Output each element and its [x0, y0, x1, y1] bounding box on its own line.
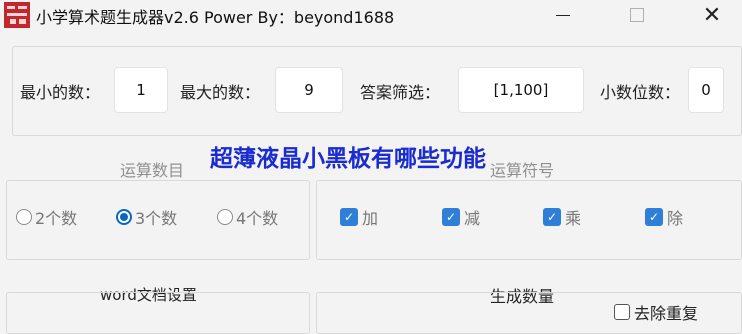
checkbox-label: 乘 [565, 209, 582, 228]
maximize-icon [630, 8, 644, 22]
min-number-label: 最小的数： [20, 83, 101, 102]
close-icon: ✕ [702, 2, 722, 28]
checkbox-multiply[interactable]: ✓ 乘 [543, 205, 581, 229]
radio-circle [16, 209, 32, 225]
radio-circle [217, 209, 233, 225]
window-title: 小学算术题生成器v2.6 Power By：beyond1688 [36, 8, 395, 27]
minimize-button[interactable] [540, 0, 586, 30]
radio-label: 3个数 [135, 209, 178, 228]
max-number-label: 最大的数： [180, 83, 261, 102]
check-icon: ✓ [442, 208, 460, 226]
radio-label: 4个数 [236, 209, 279, 228]
radio-label: 2个数 [35, 209, 78, 228]
check-icon: ✓ [543, 208, 561, 226]
checkbox-empty-icon [614, 304, 630, 320]
decimal-places-label: 小数位数： [600, 83, 681, 102]
checkbox-label: 加 [362, 209, 379, 228]
maximize-button[interactable] [614, 0, 660, 30]
operand-count-title: 运算数目 [120, 161, 185, 180]
operators-title: 运算符号 [490, 161, 555, 180]
close-button[interactable]: ✕ [689, 0, 735, 30]
decimal-places-input[interactable]: 0 [688, 67, 724, 113]
check-icon: ✓ [340, 208, 358, 226]
minimize-icon [556, 14, 570, 16]
dedupe-checkbox[interactable]: 去除重复 [614, 300, 698, 324]
max-number-input[interactable]: 9 [275, 67, 343, 113]
app-icon [4, 2, 30, 28]
checkbox-subtract[interactable]: ✓ 减 [442, 205, 480, 229]
radio-circle-selected [116, 209, 132, 225]
check-icon: ✓ [645, 208, 663, 226]
checkbox-label: 减 [464, 209, 481, 228]
word-settings-group [6, 292, 310, 334]
checkbox-add[interactable]: ✓ 加 [340, 205, 378, 229]
checkbox-divide[interactable]: ✓ 除 [645, 205, 683, 229]
title-bar: 小学算术题生成器v2.6 Power By：beyond1688 ✕ [0, 0, 742, 30]
checkbox-label: 除 [667, 209, 684, 228]
min-number-input[interactable]: 1 [114, 67, 168, 113]
radio-3-numbers[interactable]: 3个数 [116, 205, 177, 229]
radio-2-numbers[interactable]: 2个数 [16, 205, 77, 229]
answer-filter-label: 答案筛选： [360, 83, 441, 102]
dedupe-label: 去除重复 [634, 304, 699, 323]
overlay-caption: 超薄液晶小黑板有哪些功能 [210, 145, 486, 172]
radio-4-numbers[interactable]: 4个数 [217, 205, 278, 229]
answer-filter-input[interactable]: [1,100] [458, 67, 584, 113]
